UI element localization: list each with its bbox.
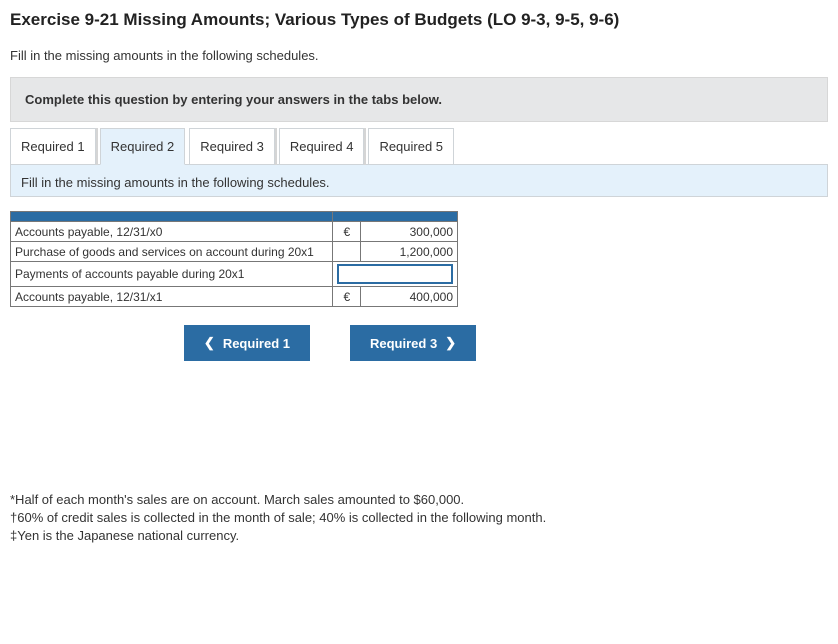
row-desc: Accounts payable, 12/31/x0	[11, 222, 333, 242]
next-button[interactable]: Required 3 ❯	[350, 325, 476, 361]
tab-required-1[interactable]: Required 1	[10, 128, 96, 165]
table-row: Accounts payable, 12/31/x1 € 400,000	[11, 287, 458, 307]
row-currency	[333, 242, 361, 262]
chevron-left-icon: ❮	[204, 335, 215, 351]
next-label: Required 3	[370, 336, 437, 351]
table-header-bar	[11, 212, 333, 222]
schedule-table: Accounts payable, 12/31/x0 € 300,000 Pur…	[10, 211, 458, 307]
tab-panel: Fill in the missing amounts in the follo…	[10, 164, 828, 197]
tabs-row: Required 1 Required 2 Required 3 Require…	[10, 128, 828, 164]
row-desc: Purchase of goods and services on accoun…	[11, 242, 333, 262]
schedule-wrap: Accounts payable, 12/31/x0 € 300,000 Pur…	[10, 211, 458, 307]
footnote-3: ‡Yen is the Japanese national currency.	[10, 527, 828, 545]
row-currency: €	[333, 287, 361, 307]
table-header-bar	[333, 212, 458, 222]
instruction-text: Fill in the missing amounts in the follo…	[10, 48, 828, 63]
footnotes: *Half of each month's sales are on accou…	[10, 491, 828, 546]
row-value: 300,000	[361, 222, 458, 242]
row-desc: Payments of accounts payable during 20x1	[11, 262, 333, 287]
nav-buttons: ❮ Required 1 Required 3 ❯	[10, 325, 650, 361]
answer-input[interactable]	[337, 264, 453, 284]
tab-required-3[interactable]: Required 3	[189, 128, 275, 165]
table-row: Purchase of goods and services on accoun…	[11, 242, 458, 262]
table-row: Payments of accounts payable during 20x1	[11, 262, 458, 287]
prev-button[interactable]: ❮ Required 1	[184, 325, 310, 361]
row-currency: €	[333, 222, 361, 242]
prev-label: Required 1	[223, 336, 290, 351]
tab-required-2[interactable]: Required 2	[100, 128, 186, 165]
tab-required-4[interactable]: Required 4	[279, 128, 365, 165]
row-input-cell[interactable]	[333, 262, 458, 287]
table-row: Accounts payable, 12/31/x0 € 300,000	[11, 222, 458, 242]
row-value: 1,200,000	[361, 242, 458, 262]
row-value: 400,000	[361, 287, 458, 307]
footnote-1: *Half of each month's sales are on accou…	[10, 491, 828, 509]
chevron-right-icon: ❯	[445, 335, 456, 351]
panel-instruction: Fill in the missing amounts in the follo…	[21, 175, 330, 190]
footnote-2: †60% of credit sales is collected in the…	[10, 509, 828, 527]
exercise-title: Exercise 9-21 Missing Amounts; Various T…	[10, 10, 828, 30]
tab-required-5[interactable]: Required 5	[368, 128, 454, 165]
row-desc: Accounts payable, 12/31/x1	[11, 287, 333, 307]
answer-entry-banner: Complete this question by entering your …	[10, 77, 828, 122]
